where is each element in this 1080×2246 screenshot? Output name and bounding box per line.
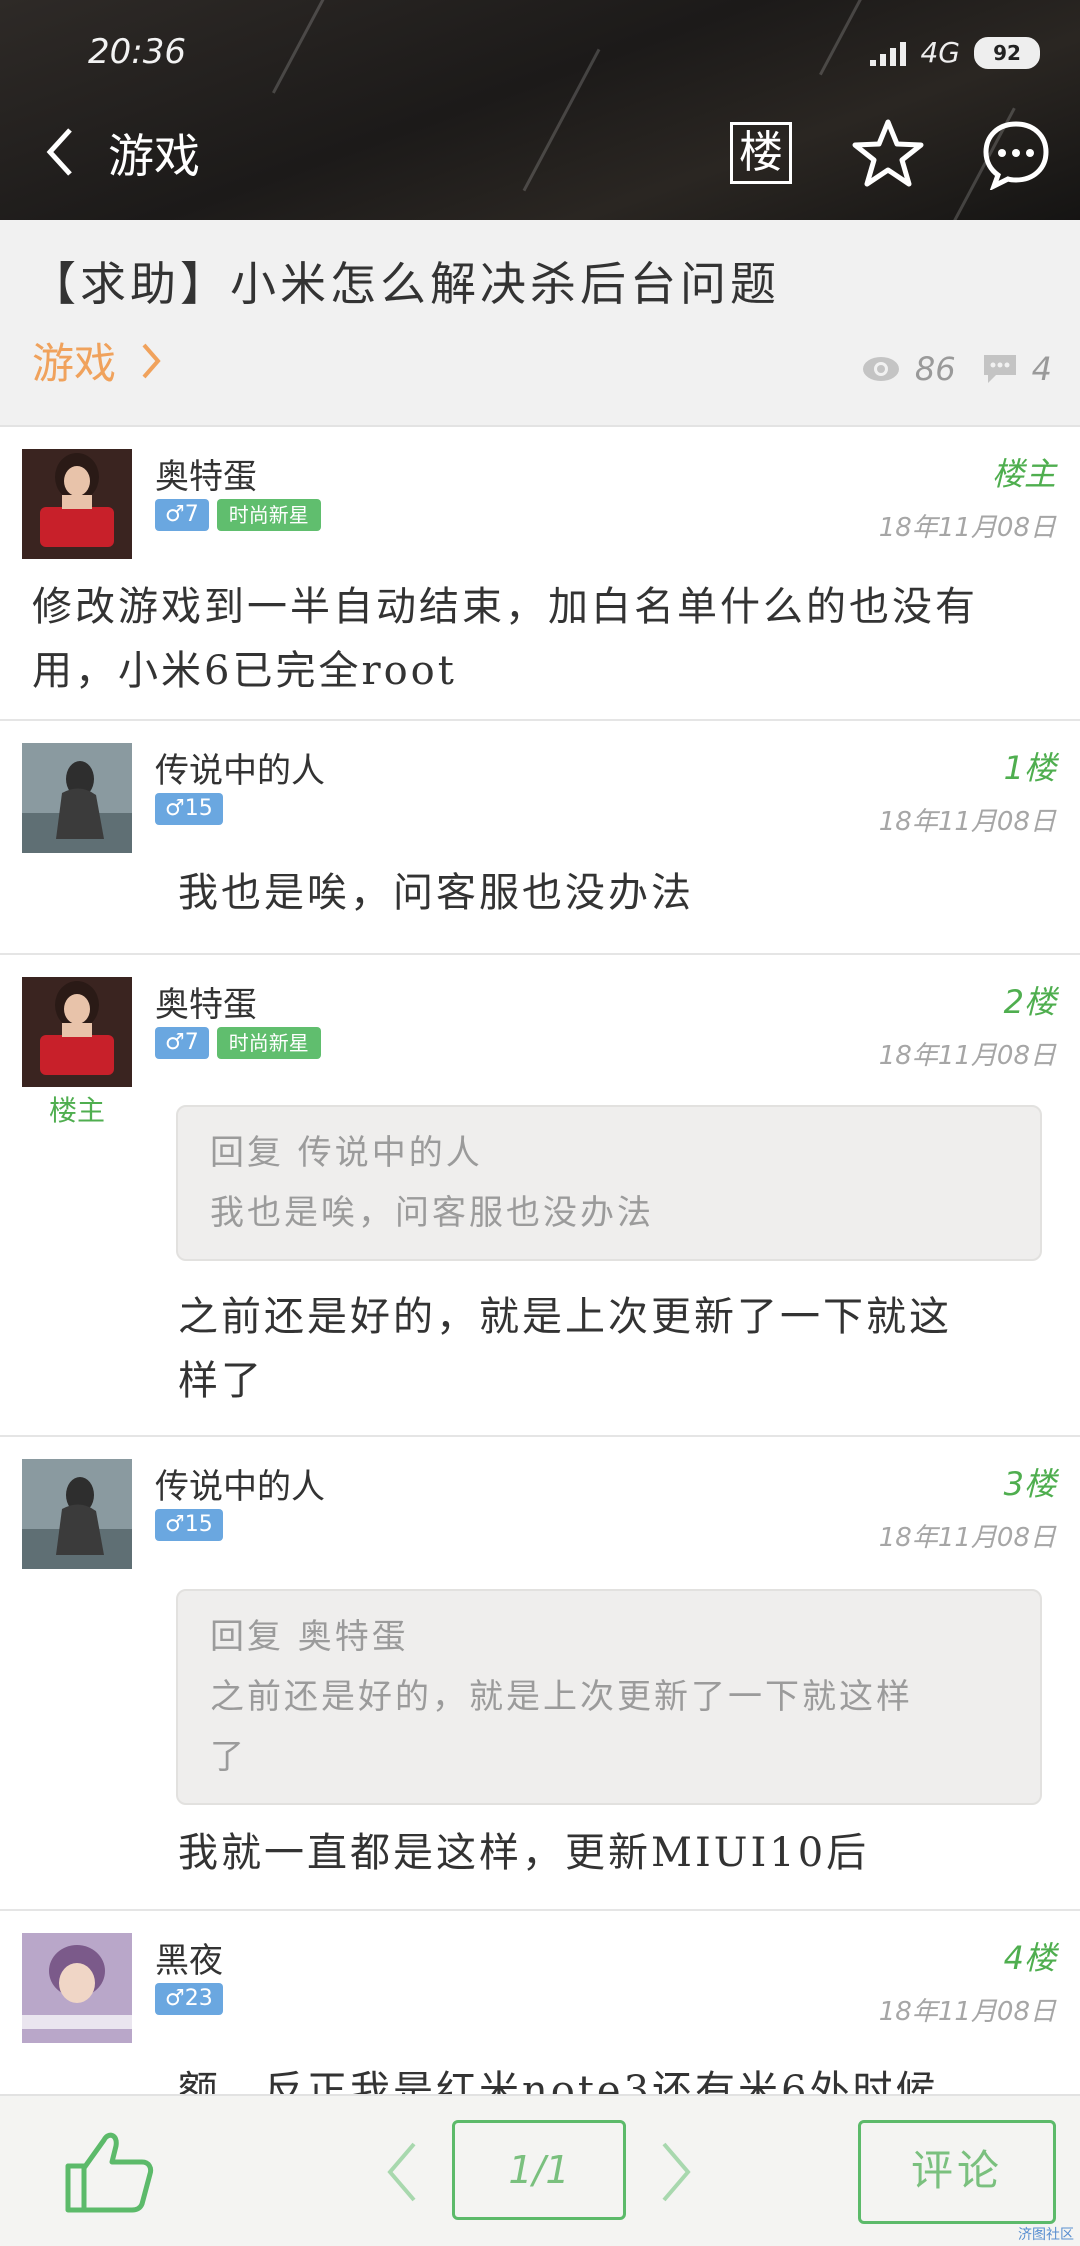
page-title: 游戏: [108, 129, 200, 183]
chevron-left-icon: [46, 128, 72, 176]
post-content: 我也是唉，问客服也没办法: [178, 861, 694, 925]
content-line: 之前还是好的，就是上次更新了一下就这: [178, 1294, 952, 1340]
view-count: 86: [914, 350, 956, 388]
level-badge: ♂23: [155, 1983, 223, 2015]
comment-count: 4: [1031, 350, 1052, 388]
user-badges: ♂7 时尚新星: [155, 499, 321, 531]
post-content: 我就一直都是这样，更新MIUI10后: [178, 1821, 869, 1885]
content-line: 额，反正我是红米note3还有米6外时候: [178, 2068, 939, 2094]
next-page-button[interactable]: [656, 2140, 696, 2204]
thread-header: 【求助】小米怎么解决杀后台问题 游戏 86 4: [0, 220, 1080, 427]
thumbs-up-icon: [65, 2132, 154, 2213]
favorite-button[interactable]: [850, 116, 926, 192]
level-badge: ♂7: [155, 499, 209, 531]
post-item: 楼主 奥特蛋 ♂7 时尚新星 2楼 18年11月08日 回复 传说中的人 我也是…: [0, 955, 1080, 1437]
bottom-bar: 1/1 评论 济图社区: [0, 2094, 1080, 2246]
category-label: 游戏: [32, 339, 117, 388]
post-time: 18年11月08日: [878, 1997, 1056, 2027]
user-badges: ♂7 时尚新星: [155, 1027, 321, 1059]
eye-icon: [862, 357, 899, 381]
chevron-right-icon: [662, 2142, 691, 2202]
content-line: 我也是唉，问客服也没办法: [178, 870, 694, 916]
chat-bubble-icon: [983, 121, 1049, 192]
previous-page-button[interactable]: [382, 2140, 422, 2204]
quoted-reply: 回复 奥特蛋 之前还是好的，就是上次更新了一下就这样 了: [176, 1589, 1042, 1805]
post-item: 传说中的人 ♂15 1楼 18年11月08日 我也是唉，问客服也没办法: [0, 721, 1080, 955]
user-avatar[interactable]: [22, 743, 132, 853]
quote-line: 我也是唉，问客服也没办法: [210, 1193, 654, 1233]
level-badge: ♂7: [155, 1027, 209, 1059]
username[interactable]: 传说中的人: [155, 743, 325, 792]
quote-header: 回复 传说中的人: [210, 1133, 483, 1173]
user-avatar[interactable]: [22, 449, 132, 559]
post-content: 修改游戏到一半自动结束，加白名单什么的也没有 用，小米6已完全root: [32, 575, 978, 703]
status-icons: 4G 92: [870, 36, 1040, 69]
top-bar: 20:36 4G 92 游戏 楼: [0, 0, 1080, 220]
post-item: 传说中的人 ♂15 3楼 18年11月08日 回复 奥特蛋 之前还是好的，就是上…: [0, 1437, 1080, 1911]
page-indicator[interactable]: 1/1: [452, 2120, 626, 2220]
star-icon: [852, 119, 924, 187]
signal-icon: [870, 40, 907, 66]
title-badge: 时尚新星: [216, 1027, 321, 1059]
chevron-left-icon: [387, 2142, 416, 2202]
username[interactable]: 黑夜: [155, 1933, 223, 1982]
username[interactable]: 奥特蛋: [155, 977, 257, 1026]
user-badges: ♂23: [155, 1983, 223, 2015]
battery-level: 92: [993, 40, 1021, 65]
post-content: 之前还是好的，就是上次更新了一下就这 样了: [178, 1285, 952, 1413]
username[interactable]: 奥特蛋: [155, 449, 257, 498]
quoted-reply: 回复 传说中的人 我也是唉，问客服也没办法: [176, 1105, 1042, 1261]
background-streak: [522, 48, 601, 192]
floor-number: 楼主: [991, 455, 1056, 493]
content-line: 修改游戏到一半自动结束，加白名单什么的也没有: [32, 584, 978, 630]
background-streak: [272, 0, 331, 94]
title-badge: 时尚新星: [216, 499, 321, 531]
post-item: 奥特蛋 ♂7 时尚新星 楼主 18年11月08日 修改游戏到一半自动结束，加白名…: [0, 427, 1080, 721]
floor-number: 4楼: [1003, 1939, 1056, 1977]
user-badges: ♂15: [155, 1509, 223, 1541]
floor-number: 3楼: [1003, 1465, 1056, 1503]
background-streak: [819, 0, 864, 76]
quote-line: 之前还是好的，就是上次更新了一下就这样: [210, 1677, 913, 1717]
post-item: 黑夜 ♂23 4楼 18年11月08日 额，反正我是红米note3还有米6外时候: [0, 1911, 1080, 2094]
floor-jump-button[interactable]: 楼: [730, 122, 792, 184]
user-avatar[interactable]: [22, 1933, 132, 2043]
content-line: 样了: [178, 1358, 264, 1404]
user-avatar[interactable]: [22, 977, 132, 1087]
floor-number: 1楼: [1003, 749, 1056, 787]
post-time: 18年11月08日: [878, 1523, 1056, 1553]
comment-icon-button[interactable]: [980, 118, 1052, 192]
thread-stats: 86 4: [861, 350, 1052, 388]
quote-header: 回复 奥特蛋: [210, 1617, 409, 1657]
like-button[interactable]: [62, 2126, 154, 2216]
post-content: 额，反正我是红米note3还有米6外时候: [178, 2059, 939, 2094]
user-avatar[interactable]: [22, 1459, 132, 1569]
chevron-right-icon: [142, 343, 161, 378]
content-line: 我就一直都是这样，更新MIUI10后: [178, 1830, 870, 1876]
quote-line: 了: [210, 1737, 247, 1777]
user-badges: ♂15: [155, 793, 223, 825]
post-time: 18年11月08日: [878, 513, 1056, 543]
status-time: 20:36: [88, 32, 186, 72]
comment-button[interactable]: 评论: [858, 2120, 1056, 2224]
category-link[interactable]: 游戏: [32, 330, 162, 391]
post-time: 18年11月08日: [878, 807, 1056, 837]
battery-icon: 92: [974, 36, 1040, 69]
thread-title: 【求助】小米怎么解决杀后台问题: [30, 257, 780, 311]
level-badge: ♂15: [155, 793, 223, 825]
level-badge: ♂15: [155, 1509, 223, 1541]
floor-number: 2楼: [1003, 983, 1056, 1021]
network-type: 4G: [920, 36, 960, 69]
username[interactable]: 传说中的人: [155, 1459, 325, 1508]
owner-mark: 楼主: [48, 1094, 105, 1127]
comment-count-icon: [983, 355, 1016, 383]
post-time: 18年11月08日: [878, 1041, 1056, 1071]
watermark: 济图社区: [1018, 2227, 1074, 2243]
back-button[interactable]: [40, 122, 80, 182]
content-line: 用，小米6已完全root: [32, 648, 457, 694]
